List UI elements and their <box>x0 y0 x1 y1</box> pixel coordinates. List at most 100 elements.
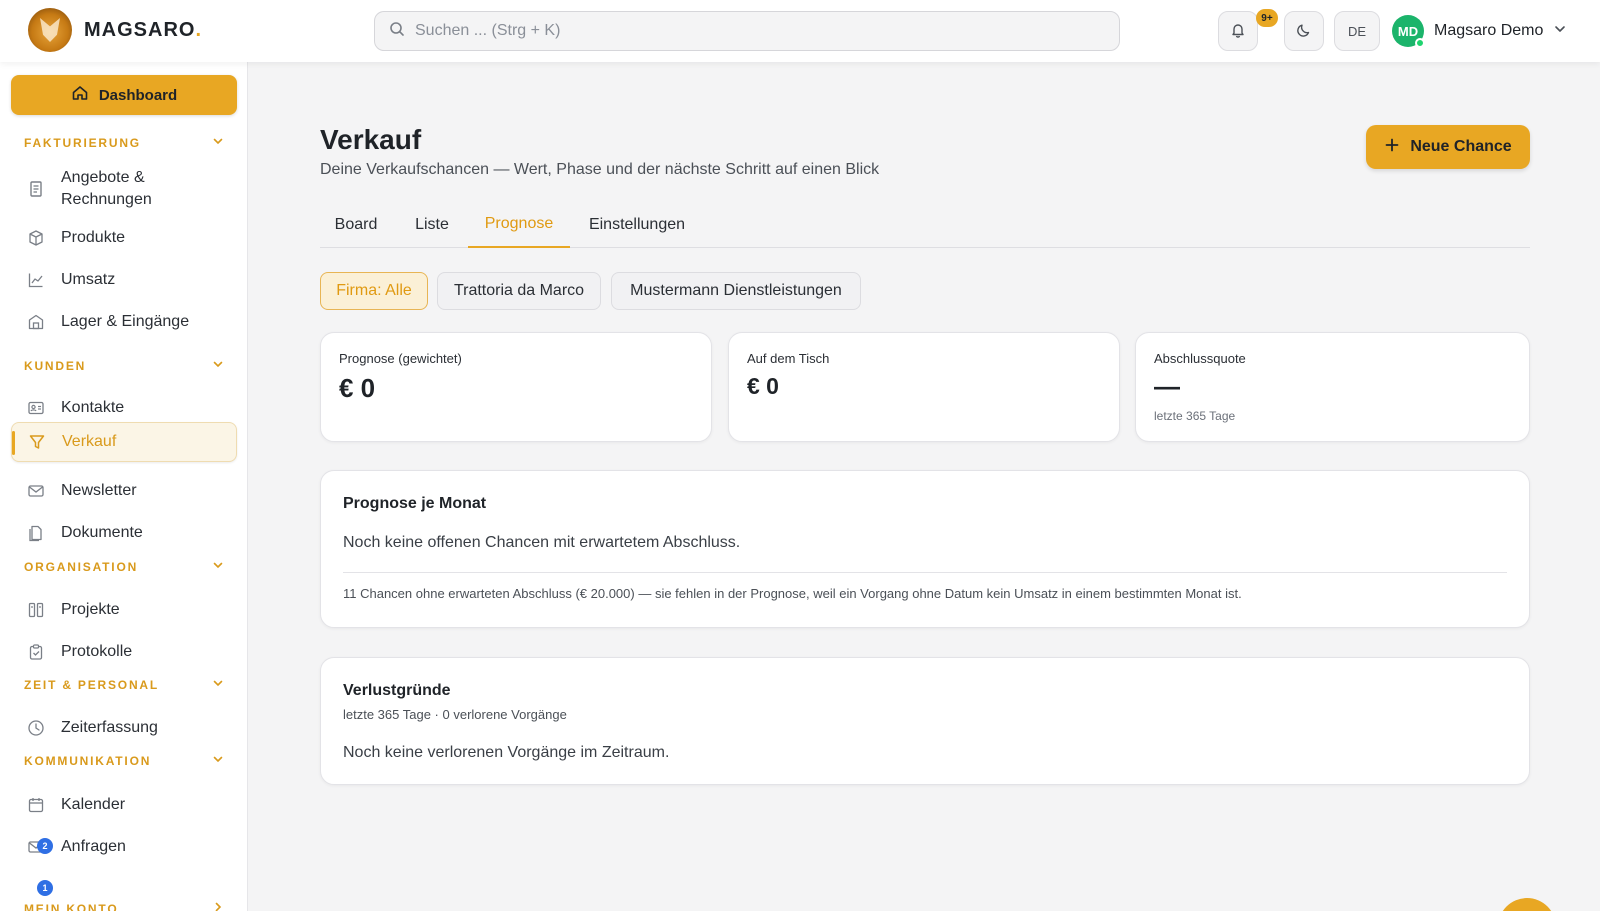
funnel-icon <box>26 431 48 453</box>
sidebar-item-label: Dokumente <box>61 524 143 541</box>
online-status-dot <box>1415 38 1425 48</box>
new-opportunity-label: Neue Chance <box>1410 138 1512 155</box>
section-organisation[interactable]: ORGANISATION <box>24 559 224 574</box>
loss-reasons-card: Verlustgründe letzte 365 Tage · 0 verlor… <box>320 657 1530 785</box>
konto-count-badge: 1 <box>37 880 53 896</box>
tab-board[interactable]: Board <box>320 202 392 248</box>
search-bar[interactable] <box>374 11 1120 51</box>
section-mein-konto[interactable]: MEIN KONTO <box>24 901 224 911</box>
notifications-button[interactable] <box>1218 11 1258 51</box>
sidebar-item-kalender[interactable]: Kalender <box>11 785 237 825</box>
chevron-down-icon <box>212 358 224 373</box>
clipboard-check-icon <box>25 641 47 663</box>
sidebar-item-dokumente[interactable]: Dokumente <box>11 513 237 553</box>
sidebar-item-label: Zeiterfassung <box>61 719 158 736</box>
notifications-count-badge: 9+ <box>1256 9 1278 27</box>
filter-chip-trattoria[interactable]: Trattoria da Marco <box>437 272 601 310</box>
chart-line-icon <box>25 269 47 291</box>
filter-chip-mustermann[interactable]: Mustermann Dienstleistungen <box>611 272 861 310</box>
sidebar: Dashboard FAKTURIERUNG Angebote & Rechnu… <box>0 62 248 911</box>
filter-chip-firma-alle[interactable]: Firma: Alle <box>320 272 428 310</box>
bell-icon <box>1230 22 1246 41</box>
forecast-per-month-card: Prognose je Monat Noch keine offenen Cha… <box>320 470 1530 628</box>
chevron-down-icon <box>212 753 224 768</box>
mail-icon <box>25 480 47 502</box>
tab-einstellungen[interactable]: Einstellungen <box>578 202 696 248</box>
sidebar-item-label: Produkte <box>61 229 126 246</box>
box-icon <box>25 227 47 249</box>
section-kommunikation[interactable]: KOMMUNIKATION <box>24 753 224 768</box>
card-title: Verlustgründe <box>343 682 451 699</box>
sidebar-item-label: Newsletter <box>61 482 137 499</box>
sidebar-item-produkte[interactable]: Produkte <box>11 218 237 258</box>
sidebar-item-label: Dashboard <box>98 86 178 104</box>
card-title: Prognose je Monat <box>343 495 487 512</box>
sidebar-item-label: Lager & Eingänge <box>61 313 190 330</box>
brand-logo[interactable]: MAGSARO. <box>28 8 202 52</box>
kpi-card-abschlussquote: Abschlussquote — letzte 365 Tage <box>1135 332 1530 442</box>
fox-logo-icon <box>28 8 72 52</box>
sidebar-item-protokolle[interactable]: Protokolle <box>11 632 237 672</box>
home-icon <box>71 84 89 106</box>
kanban-icon <box>25 599 47 621</box>
kpi-sub: letzte 365 Tage <box>1154 409 1236 423</box>
contact-card-icon <box>25 397 47 419</box>
sidebar-item-verkauf[interactable]: Verkauf <box>11 422 237 462</box>
chevron-down-icon <box>212 677 224 692</box>
tab-prognose[interactable]: Prognose <box>468 202 570 248</box>
section-zeit-personal[interactable]: ZEIT & PERSONAL <box>24 677 224 692</box>
kpi-value: € 0 <box>747 373 779 399</box>
new-opportunity-button[interactable]: Neue Chance <box>1366 125 1530 169</box>
sidebar-item-label: Kontakte <box>61 399 125 416</box>
search-icon <box>389 21 405 42</box>
language-switcher[interactable]: DE <box>1334 11 1380 51</box>
sidebar-item-zeiterfassung[interactable]: Zeiterfassung <box>11 708 237 748</box>
kpi-label: Auf dem Tisch <box>747 351 830 366</box>
sidebar-item-newsletter[interactable]: Newsletter <box>11 471 237 511</box>
chevron-down-icon <box>212 559 224 574</box>
page-subtitle: Deine Verkaufschancen — Wert, Phase und … <box>320 161 880 178</box>
sidebar-item-label: Protokolle <box>61 643 133 660</box>
user-menu[interactable]: MD Magsaro Demo <box>1392 15 1567 48</box>
moon-icon <box>1296 22 1312 41</box>
kpi-value: — <box>1154 371 1180 401</box>
chevron-right-icon <box>212 901 224 911</box>
kpi-label: Prognose (gewichtet) <box>339 351 462 366</box>
divider <box>343 572 1507 573</box>
page-title: Verkauf <box>320 124 422 155</box>
language-label: DE <box>1347 23 1367 39</box>
card-meta: letzte 365 Tage · 0 verlorene Vorgänge <box>343 707 567 722</box>
sidebar-item-label: Umsatz <box>61 271 116 288</box>
section-kunden[interactable]: KUNDEN <box>24 358 224 373</box>
empty-state-text: Noch keine offenen Chancen mit erwartete… <box>343 534 741 551</box>
kpi-label: Abschlussquote <box>1154 351 1246 366</box>
user-name: Magsaro Demo <box>1434 22 1544 39</box>
anfragen-count-badge: 2 <box>37 838 53 854</box>
dark-mode-toggle[interactable] <box>1284 11 1324 51</box>
plus-icon <box>1384 137 1400 158</box>
clock-icon <box>25 717 47 739</box>
sidebar-item-umsatz[interactable]: Umsatz <box>11 260 237 300</box>
sidebar-item-angebote-rechnungen[interactable]: Angebote & Rechnungen <box>11 166 237 212</box>
section-fakturierung[interactable]: FAKTURIERUNG <box>24 135 224 150</box>
tab-liste[interactable]: Liste <box>404 202 460 248</box>
chevron-down-icon <box>212 135 224 150</box>
sidebar-item-label: Kalender <box>61 796 126 813</box>
empty-state-text: Noch keine verlorenen Vorgänge im Zeitra… <box>343 744 670 761</box>
warehouse-icon <box>25 311 47 333</box>
calendar-icon <box>25 794 47 816</box>
sidebar-item-dashboard[interactable]: Dashboard <box>11 75 237 115</box>
brand-name: MAGSARO. <box>84 18 203 41</box>
search-input[interactable] <box>415 22 1095 40</box>
sidebar-item-label: Anfragen <box>61 838 126 855</box>
avatar: MD <box>1392 15 1425 48</box>
sidebar-item-projekte[interactable]: Projekte <box>11 590 237 630</box>
kpi-card-auf-dem-tisch: Auf dem Tisch € 0 <box>728 332 1120 442</box>
sidebar-item-label: Projekte <box>61 601 120 618</box>
view-tabs: Board Liste Prognose Einstellungen <box>320 202 1530 248</box>
floating-action-button[interactable] <box>1498 898 1556 911</box>
sidebar-item-lager[interactable]: Lager & Eingänge <box>11 302 237 342</box>
receipt-icon <box>25 178 47 200</box>
chevron-down-icon <box>1553 22 1567 41</box>
missing-date-note: 11 Chancen ohne erwarteten Abschluss (€ … <box>343 586 1242 601</box>
